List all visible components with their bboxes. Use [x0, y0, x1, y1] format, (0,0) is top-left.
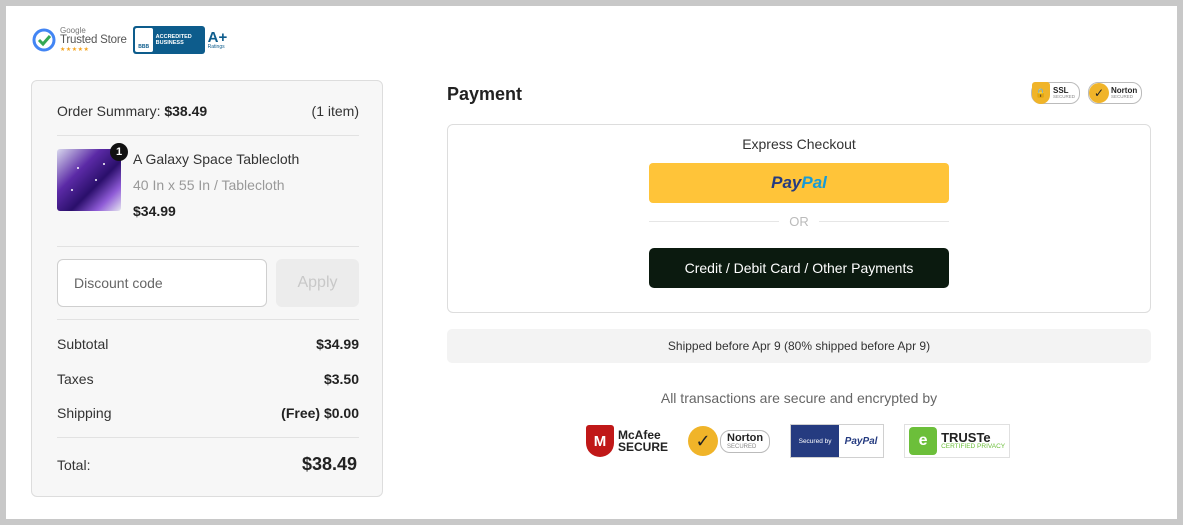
card-payment-button[interactable]: Credit / Debit Card / Other Payments [649, 248, 949, 288]
product-thumbnail [57, 149, 121, 211]
ssl-sub-label: SECURED [1053, 93, 1076, 99]
subtotal-label: Subtotal [57, 336, 109, 352]
bbb-badge: BBB ACCREDITED BUSINESS A+ Ratings [132, 26, 228, 54]
express-checkout-title: Express Checkout [742, 136, 856, 152]
shipping-row: Shipping (Free) $0.00 [57, 405, 359, 421]
google-check-icon [32, 28, 56, 52]
mcafee-secure-logo: M McAfee SECURE [586, 425, 668, 457]
norton-secured-badge: ✓ Norton SECURED [1088, 82, 1143, 104]
taxes-value: $3.50 [323, 371, 359, 387]
discount-code-input[interactable] [57, 259, 267, 307]
payment-title: Payment [447, 84, 523, 104]
item-count: (1 item) [311, 103, 359, 119]
apply-discount-button[interactable]: Apply [276, 259, 359, 307]
norton-sub-label: SECURED [1111, 93, 1134, 99]
rating-stars: ★★★★★ [60, 46, 90, 53]
paypal-logo-label: PayPal [839, 425, 884, 457]
security-badges: 🔒 SSL SECURED ✓ Norton SECURED [1031, 82, 1143, 104]
subtotal-value: $34.99 [316, 336, 359, 352]
truste-icon: e [909, 427, 938, 455]
shipping-label: Shipping [57, 405, 112, 421]
order-summary-label: Order Summary: [57, 103, 161, 119]
order-summary-header: Order Summary: $38.49 (1 item) [57, 103, 359, 119]
paypal-label-pay: Pay [771, 173, 802, 192]
product-price: $34.99 [133, 203, 176, 219]
secured-by-label: Secured by [791, 425, 840, 457]
shipping-value: (Free) $0.00 [281, 405, 359, 421]
trust-badges-row: Google Trusted Store ★★★★★ BBB ACCREDITE… [32, 26, 227, 54]
or-label: OR [789, 214, 809, 229]
product-variant: 40 In x 55 In / Tablecloth [133, 177, 285, 193]
quantity-badge: 1 [110, 143, 128, 161]
norton-check-icon: ✓ [688, 426, 719, 456]
norton-secured-logo: ✓ Norton SECURED [688, 426, 771, 456]
taxes-label: Taxes [57, 371, 94, 387]
lock-icon: 🔒 [1032, 82, 1050, 104]
security-logos-row: M McAfee SECURE ✓ Norton SECURED Secured… [586, 424, 1011, 458]
subtotal-row: Subtotal $34.99 [57, 336, 359, 352]
divider [57, 246, 359, 247]
truste-logo: e TRUSTe CERTIFIED PRIVACY [904, 424, 1011, 458]
express-checkout-box: Express Checkout PayPal OR Credit / Debi… [447, 124, 1151, 313]
divider [57, 135, 359, 136]
secured-by-paypal-logo: Secured by PayPal [790, 424, 885, 458]
norton-logo-sub-label: SECURED [727, 443, 757, 450]
bbb-business-label: BUSINESS [155, 40, 184, 46]
checkout-page: Google Trusted Store ★★★★★ BBB ACCREDITE… [6, 6, 1177, 519]
divider [57, 319, 359, 320]
taxes-row: Taxes $3.50 [57, 371, 359, 387]
google-trusted-store-badge: Google Trusted Store ★★★★★ [32, 27, 127, 53]
mcafee-shield-icon: M [586, 425, 614, 457]
bbb-grade: A+ [207, 29, 228, 46]
truste-sub-label: CERTIFIED PRIVACY [941, 443, 1006, 451]
mcafee-secure-label: SECURE [618, 440, 669, 454]
bbb-logo-icon: BBB [134, 28, 153, 52]
total-value: $38.49 [301, 454, 357, 474]
ssl-secured-badge: 🔒 SSL SECURED [1031, 82, 1081, 104]
shipping-note: Shipped before Apr 9 (80% shipped before… [667, 339, 931, 353]
bbb-ratings-label: Ratings [207, 44, 225, 50]
paypal-label-pal: Pal [801, 173, 827, 192]
paypal-button[interactable]: PayPal [649, 163, 949, 203]
order-summary-card: Order Summary: $38.49 (1 item) 1 A Galax… [31, 80, 383, 497]
secure-transactions-text: All transactions are secure and encrypte… [660, 390, 938, 406]
total-label: Total: [57, 457, 91, 473]
norton-check-icon: ✓ [1089, 83, 1110, 103]
norton-logo-label: Norton [727, 431, 764, 444]
divider [57, 437, 359, 438]
trusted-store-label: Trusted Store [60, 34, 127, 47]
product-name: A Galaxy Space Tablecloth [133, 151, 300, 167]
or-separator: OR [649, 214, 949, 229]
shipping-note-bar: Shipped before Apr 9 (80% shipped before… [447, 329, 1151, 363]
order-summary-total: $38.49 [164, 103, 208, 119]
